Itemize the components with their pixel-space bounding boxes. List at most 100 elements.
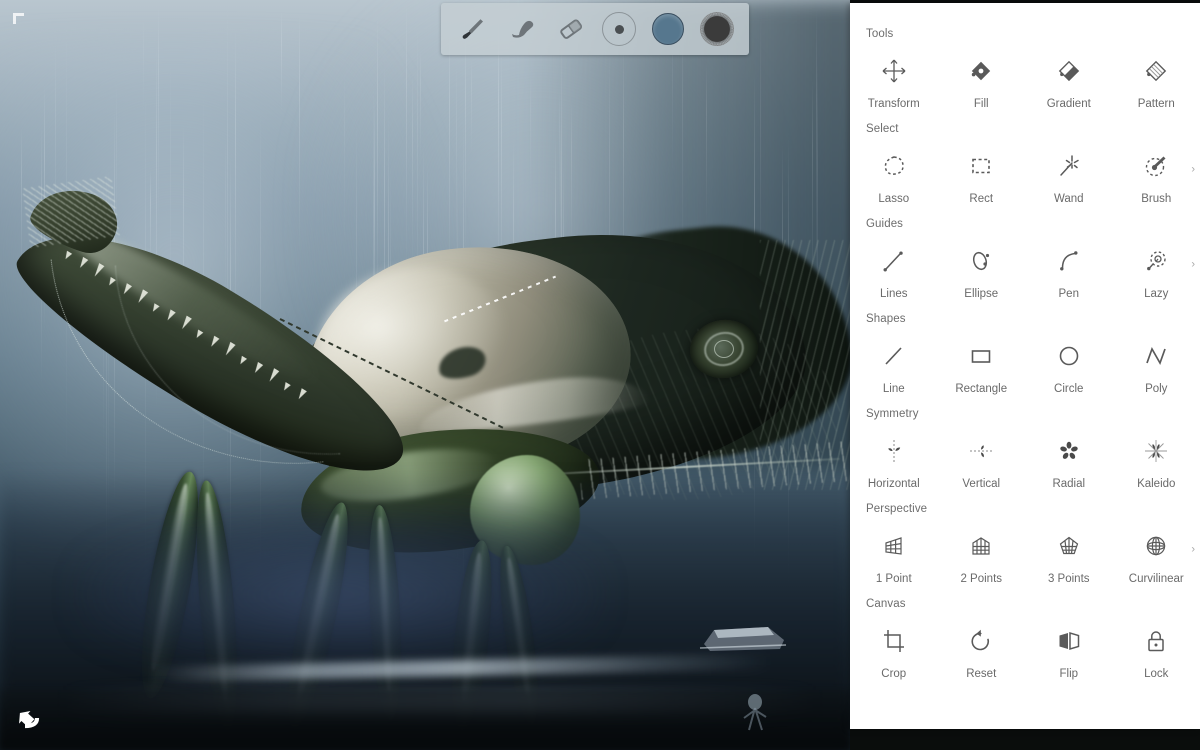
tool-lazy-mouse[interactable]: Lazy	[1113, 231, 1200, 301]
tool-perspective-1-point[interactable]: 1 Point	[850, 516, 938, 586]
canvas-distant-figure	[743, 694, 767, 731]
lasso-select-icon	[881, 146, 907, 186]
tool-transform[interactable]: Transform	[850, 41, 938, 111]
tool-label: Vertical	[962, 477, 1001, 490]
guide-pen-icon	[1056, 241, 1082, 281]
tool-row-canvas: Crop Reset Flip Lock	[850, 611, 1200, 681]
guide-ellipse-icon	[968, 241, 994, 281]
tool-label: Rect	[969, 192, 994, 205]
select-expand-chevron-icon[interactable]: ›	[1191, 164, 1195, 176]
eraser-icon	[559, 19, 582, 39]
tool-label: Lasso	[878, 192, 910, 205]
lazy-mouse-icon	[1143, 241, 1169, 281]
eraser-tool-button[interactable]	[549, 7, 593, 51]
tool-row-guides: Lines Ellipse Pen Lazy ›	[850, 231, 1200, 301]
brush-preview-button[interactable]	[695, 7, 739, 51]
tool-wand[interactable]: Wand	[1025, 136, 1113, 206]
creature-arm-hairs	[22, 176, 120, 248]
canvas-ground-dark	[0, 690, 850, 750]
tool-label: Brush	[1141, 192, 1172, 205]
tool-guide-pen[interactable]: Pen	[1025, 231, 1113, 301]
tool-shape-line[interactable]: Line	[850, 326, 938, 396]
brush-select-icon	[1143, 146, 1169, 186]
transform-move-icon	[881, 51, 907, 91]
drawing-canvas[interactable]	[0, 0, 850, 750]
lock-icon	[1143, 621, 1169, 661]
size-dot	[614, 24, 624, 34]
symmetry-horizontal-icon	[881, 431, 907, 471]
undo-arrow-icon	[19, 711, 40, 729]
canvas-blue-pool	[80, 520, 600, 670]
tool-label: Crop	[881, 667, 907, 680]
tool-label: Flip	[1059, 667, 1079, 680]
color-swatch-button[interactable]	[646, 7, 690, 51]
symmetry-kaleido-icon	[1143, 431, 1169, 471]
perspective-expand-chevron-icon[interactable]: ›	[1191, 544, 1195, 556]
tool-rect-select[interactable]: Rect	[938, 136, 1026, 206]
brush-tool-button[interactable]	[451, 7, 495, 51]
tool-perspective-3-points[interactable]: 3 Points	[1025, 516, 1113, 586]
creature-eye-ring-inner	[714, 340, 734, 358]
top-toolbar[interactable]	[441, 3, 749, 55]
tool-label: Lines	[880, 287, 908, 300]
smudge-tool-button[interactable]	[500, 7, 544, 51]
tool-label: Poly	[1145, 382, 1168, 395]
tool-shape-rectangle[interactable]: Rectangle	[938, 326, 1026, 396]
tool-lasso[interactable]: Lasso	[850, 136, 938, 206]
tool-label: Rectangle	[955, 382, 1008, 395]
tool-shape-circle[interactable]: Circle	[1025, 326, 1113, 396]
tool-label: Ellipse	[964, 287, 999, 300]
tool-symmetry-radial[interactable]: Radial	[1025, 421, 1113, 491]
tool-flip[interactable]: Flip	[1025, 611, 1113, 681]
tool-guide-lines[interactable]: Lines	[850, 231, 938, 301]
tool-fill[interactable]: Fill	[938, 41, 1026, 111]
tool-label: Pen	[1058, 287, 1079, 300]
tool-row-symmetry: Horizontal Vertical Radial Kaleido	[850, 421, 1200, 491]
canvas-distant-vehicle	[699, 627, 787, 651]
tool-label: Radial	[1052, 477, 1086, 490]
tool-label: Gradient	[1046, 97, 1091, 110]
tool-symmetry-kaleido[interactable]: Kaleido	[1113, 421, 1200, 491]
tool-shape-poly[interactable]: Poly	[1113, 326, 1200, 396]
reset-rotate-icon	[968, 621, 994, 661]
tool-label: 2 Points	[960, 572, 1003, 585]
tool-perspective-curvilinear[interactable]: Curvilinear	[1113, 516, 1200, 586]
tool-row-tools: Transform Fill Gradient Pattern	[850, 41, 1200, 111]
tool-crop[interactable]: Crop	[850, 611, 938, 681]
tool-label: Kaleido	[1137, 477, 1176, 490]
tool-symmetry-vertical[interactable]: Vertical	[938, 421, 1026, 491]
guides-expand-chevron-icon[interactable]: ›	[1191, 259, 1195, 271]
shape-rectangle-icon	[968, 336, 994, 376]
tool-gradient[interactable]: Gradient	[1025, 41, 1113, 111]
tools-panel[interactable]: Tools Transform Fill Gradient Pattern Se…	[850, 3, 1200, 729]
section-label-canvas: Canvas	[866, 598, 906, 610]
tool-label: Lock	[1144, 667, 1169, 680]
shape-line-icon	[881, 336, 907, 376]
perspective-2-points-icon	[968, 526, 994, 566]
tool-label: Wand	[1053, 192, 1084, 205]
section-label-perspective: Perspective	[866, 503, 928, 515]
tool-label: Lazy	[1144, 287, 1169, 300]
tool-lock[interactable]: Lock	[1113, 611, 1200, 681]
tool-pattern[interactable]: Pattern	[1113, 41, 1200, 111]
tool-label: Line	[882, 382, 905, 395]
section-label-symmetry: Symmetry	[866, 408, 919, 420]
symmetry-vertical-icon	[968, 431, 994, 471]
tool-row-shapes: Line Rectangle Circle Poly	[850, 326, 1200, 396]
undo-button[interactable]	[14, 702, 48, 736]
tool-label: Circle	[1054, 382, 1084, 395]
color-swatch-icon	[651, 13, 684, 45]
tool-brush-select[interactable]: Brush	[1113, 136, 1200, 206]
symmetry-radial-icon	[1056, 431, 1082, 471]
tool-reset[interactable]: Reset	[938, 611, 1026, 681]
magic-wand-icon	[1056, 146, 1082, 186]
section-label-guides: Guides	[866, 218, 904, 230]
tool-symmetry-horizontal[interactable]: Horizontal	[850, 421, 938, 491]
tool-label: Transform	[867, 97, 920, 110]
brush-size-button[interactable]	[597, 7, 641, 51]
tool-row-select: Lasso Rect Wand Brush ›	[850, 136, 1200, 206]
tool-perspective-2-points[interactable]: 2 Points	[938, 516, 1026, 586]
tool-label: 3 Points	[1047, 572, 1090, 585]
tool-guide-ellipse[interactable]: Ellipse	[938, 231, 1026, 301]
size-circle-icon	[602, 12, 637, 46]
